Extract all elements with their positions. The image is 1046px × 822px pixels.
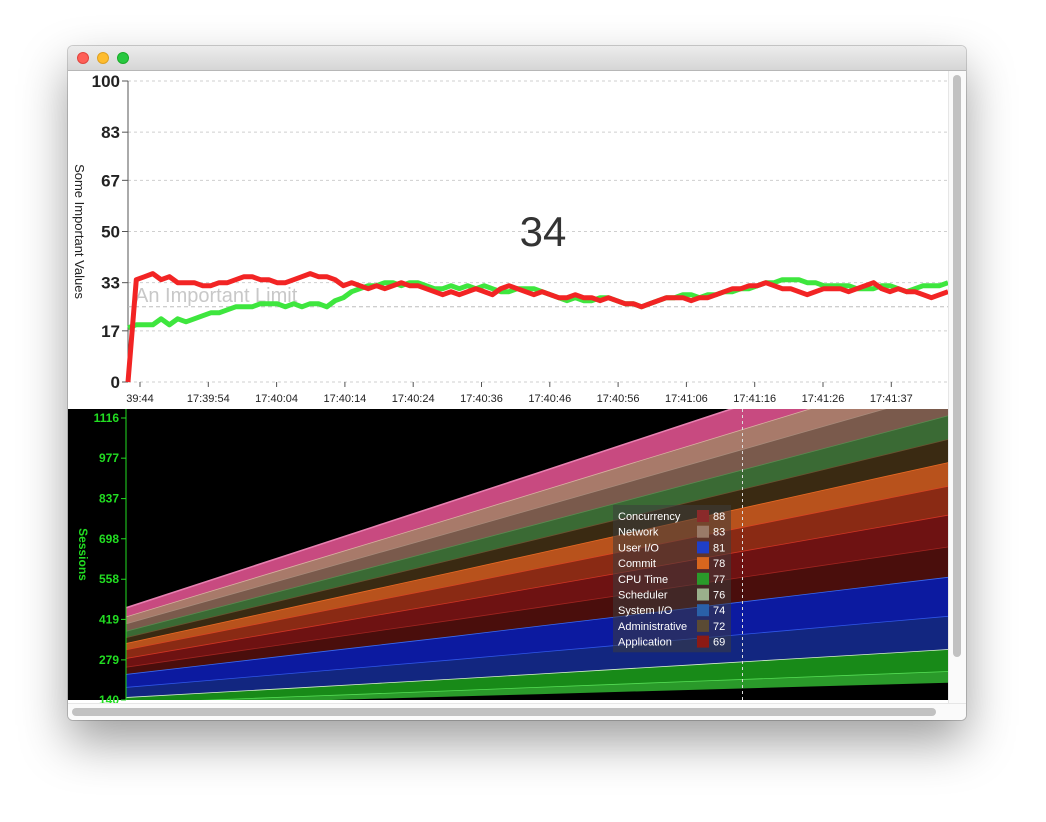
- lower-y-tick-label: 837: [99, 492, 119, 506]
- legend-entry-value: 74: [713, 605, 725, 617]
- legend-swatch: [697, 619, 709, 632]
- legend-entry-value: 69: [713, 637, 725, 649]
- x-tick-label: 17:39:54: [187, 393, 230, 405]
- chart-content: 0 17 33 50 67 83 100 Some Important Values 39:44…: [68, 71, 966, 720]
- legend-entry-name: Commit: [618, 558, 656, 570]
- app-window: 0 17 33 50 67 83 100 Some Important Values 39:44…: [68, 46, 966, 720]
- zoom-window-button[interactable]: [117, 52, 129, 64]
- x-tick-label: 17:41:26: [802, 393, 845, 405]
- x-tick-label: 39:44: [126, 393, 154, 405]
- x-tick-label: 17:40:14: [323, 393, 366, 405]
- legend-entry-name: System I/O: [618, 605, 673, 617]
- legend-swatch: [697, 588, 709, 601]
- x-tick-label: 17:41:16: [733, 393, 776, 405]
- minimize-window-button[interactable]: [97, 52, 109, 64]
- legend-entry-name: CPU Time: [618, 574, 668, 586]
- lower-y-tick-label: 279: [99, 653, 119, 667]
- lower-y-tick-label: 419: [99, 612, 119, 626]
- legend-swatch: [697, 541, 709, 554]
- y-axis-label: Some Important Values: [72, 164, 87, 299]
- title-bar: [68, 46, 966, 71]
- x-tick-label: 17:40:24: [392, 393, 435, 405]
- legend-entry-name: Application: [618, 637, 672, 649]
- legend-swatch: [697, 510, 709, 522]
- legend: Concurrency 88 Network 83 User I/O 81 Commit 78…: [613, 505, 731, 653]
- horizontal-scrollbar[interactable]: [68, 703, 966, 720]
- vertical-scroll-thumb[interactable]: [953, 75, 961, 657]
- legend-entry-value: 83: [713, 527, 725, 539]
- y-tick-label: 83: [101, 123, 120, 142]
- vertical-scrollbar[interactable]: [948, 71, 966, 707]
- y-tick-label: 100: [92, 72, 120, 91]
- legend-swatch: [697, 572, 709, 585]
- x-tick-label: 17:40:36: [460, 393, 503, 405]
- lower-y-tick-label: 558: [99, 572, 119, 586]
- x-tick-label: 17:40:04: [255, 393, 298, 405]
- y-tick-label: 67: [101, 171, 120, 190]
- legend-entry-name: User I/O: [618, 542, 659, 554]
- legend-entry-name: Scheduler: [618, 590, 668, 602]
- x-tick-label: 17:40:46: [528, 393, 571, 405]
- legend-entry-value: 77: [713, 574, 725, 586]
- legend-swatch: [697, 604, 709, 617]
- upper-chart-background: [68, 71, 948, 408]
- horizontal-scroll-thumb[interactable]: [72, 708, 936, 716]
- legend-swatch: [697, 557, 709, 570]
- legend-entry-name: Network: [618, 527, 659, 539]
- lower-y-tick-label: 1116: [94, 411, 120, 425]
- legend-entry-value: 76: [713, 590, 725, 602]
- y-tick-label: 0: [111, 373, 120, 392]
- y-tick-label: 50: [101, 223, 120, 242]
- lower-y-tick-label: 698: [99, 532, 119, 546]
- legend-entry-name: Concurrency: [618, 511, 681, 523]
- upper-line-chart: 0 17 33 50 67 83 100 Some Important Values 39:44…: [68, 71, 966, 408]
- big-current-value: 34: [520, 208, 567, 255]
- legend-swatch: [697, 635, 709, 648]
- x-tick-label: 17:40:56: [597, 393, 640, 405]
- y-tick-label: 33: [101, 274, 120, 293]
- x-tick-label: 17:41:37: [870, 393, 913, 405]
- legend-entry-name: Administrative: [618, 621, 687, 633]
- lower-y-axis-label: Sessions: [76, 528, 90, 581]
- y-tick-label: 17: [101, 322, 120, 341]
- legend-entry-value: 88: [713, 511, 725, 523]
- legend-swatch: [697, 525, 709, 538]
- legend-entry-value: 72: [713, 621, 725, 633]
- charts-canvas: 0 17 33 50 67 83 100 Some Important Values 39:44…: [68, 71, 966, 707]
- legend-entry-value: 78: [713, 558, 725, 570]
- close-window-button[interactable]: [77, 52, 89, 64]
- x-tick-label: 17:41:06: [665, 393, 708, 405]
- legend-entry-value: 81: [713, 542, 725, 554]
- lower-y-tick-label: 977: [99, 451, 119, 465]
